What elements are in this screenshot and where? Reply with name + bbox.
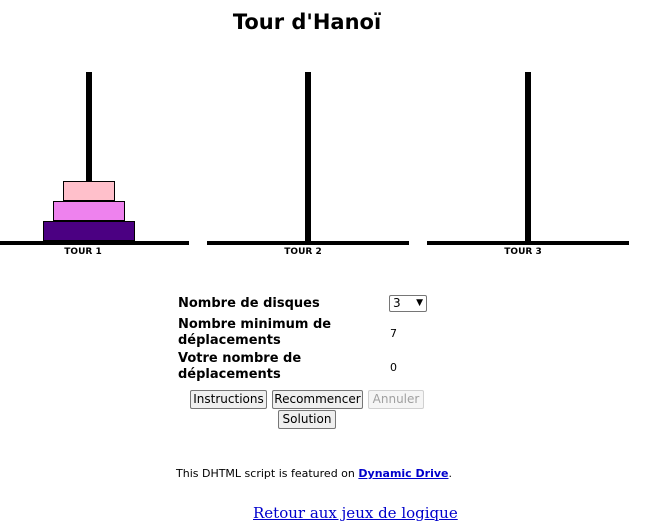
num-disks-label: Nombre de disques xyxy=(178,296,320,311)
tower-2-base[interactable] xyxy=(207,241,409,245)
controls-panel: Nombre de disques 3 ▼ Nombre minimum de … xyxy=(178,293,433,383)
tower-3-rod[interactable] xyxy=(525,72,531,244)
your-moves-row: Votre nombre de déplacements 0 xyxy=(178,349,433,383)
num-disks-select[interactable]: 3 ▼ xyxy=(389,295,427,312)
instructions-button[interactable]: Instructions xyxy=(190,390,267,409)
dynamic-drive-link[interactable]: Dynamic Drive xyxy=(358,467,448,480)
your-moves-label: Votre nombre de déplacements xyxy=(178,351,302,382)
disk-1[interactable] xyxy=(63,181,115,201)
featured-note: This DHTML script is featured on Dynamic… xyxy=(176,467,452,480)
featured-suffix: . xyxy=(448,467,453,480)
tower-1-base[interactable] xyxy=(0,241,189,245)
solution-button[interactable]: Solution xyxy=(278,410,336,429)
back-to-logic-games-link[interactable]: Retour aux jeux de logique xyxy=(253,504,458,522)
tower-1-label: TOUR 1 xyxy=(64,247,102,257)
tower-2-rod[interactable] xyxy=(305,72,311,244)
restart-button[interactable]: Recommencer xyxy=(272,390,363,409)
chevron-down-icon: ▼ xyxy=(416,298,423,308)
disk-2[interactable] xyxy=(53,201,125,221)
undo-button[interactable]: Annuler xyxy=(368,390,424,409)
page-title: Tour d'Hanoï xyxy=(232,10,382,34)
num-disks-selected-value: 3 xyxy=(393,296,401,310)
tower-3-base[interactable] xyxy=(427,241,629,245)
min-moves-value: 7 xyxy=(390,327,397,340)
tower-2-label: TOUR 2 xyxy=(284,247,322,257)
min-moves-row: Nombre minimum de déplacements 7 xyxy=(178,315,433,349)
num-disks-row: Nombre de disques 3 ▼ xyxy=(178,293,433,315)
tower-3-label: TOUR 3 xyxy=(504,247,542,257)
min-moves-label: Nombre minimum de déplacements xyxy=(178,317,332,348)
disk-3[interactable] xyxy=(43,221,135,241)
your-moves-value: 0 xyxy=(390,361,397,374)
featured-prefix: This DHTML script is featured on xyxy=(176,467,359,480)
